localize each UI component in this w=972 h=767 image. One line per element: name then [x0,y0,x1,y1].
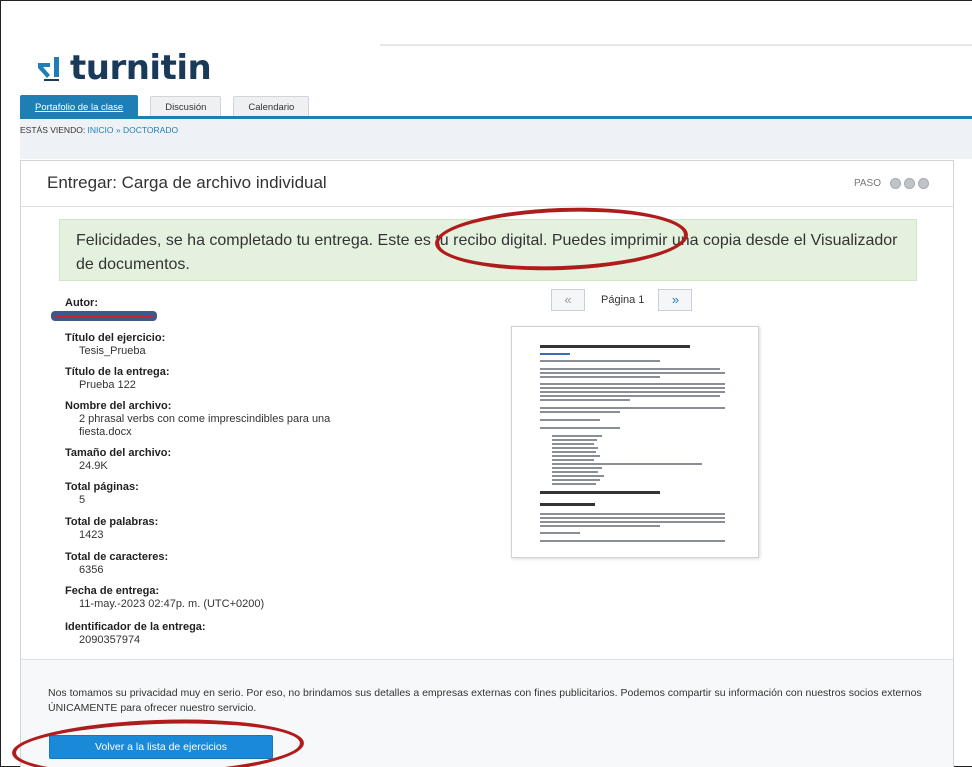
step-indicator: PASO [854,178,929,189]
step-dot-2 [904,178,915,189]
chars-field: Total de caracteres: 6356 [65,551,485,577]
doc-list-line [552,451,596,453]
submission-id-value: 2090357974 [79,634,141,646]
assignment-label: Título del ejercicio: [65,332,166,344]
doc-list-line [552,475,604,477]
doc-text-line [540,395,720,397]
doc-list-line [552,447,598,449]
page-navigator: « Página 1 » [551,289,693,311]
top-divider [380,44,972,46]
doc-subheading-line [540,491,660,494]
doc-text-line [540,525,660,527]
doc-text-line [540,427,620,429]
page-title: Entregar: Carga de archivo individual [47,173,327,192]
doc-text-line [540,387,725,389]
doc-list-line [552,463,702,465]
pages-label: Total páginas: [65,481,139,493]
date-value: 11-may.-2023 02:47p. m. (UTC+0200) [79,598,265,610]
doc-list-line [552,467,602,469]
tab-bar: Portafolio de la clase Discusión Calenda… [20,95,321,117]
filesize-value: 24.9K [79,460,108,472]
filesize-field: Tamaño del archivo: 24.9K [65,447,485,473]
redaction-mark [55,315,153,318]
document-preview[interactable] [511,326,759,558]
chars-value: 6356 [79,564,104,576]
doc-list-line [552,455,600,457]
doc-list-line [552,459,594,461]
doc-text-line [540,411,620,413]
submission-id-field: Identificador de la entrega: 2090357974 [65,621,485,647]
breadcrumb-separator: » [113,125,123,135]
filesize-label: Tamaño del archivo: [65,447,172,459]
doc-list-line [552,443,594,445]
words-field: Total de palabras: 1423 [65,516,485,542]
submission-title-value: Prueba 122 [79,379,136,391]
filename-value: 2 phrasal verbs con come imprescindibles… [79,413,331,438]
tab-portafolio[interactable]: Portafolio de la clase [20,95,139,117]
tab-calendario[interactable]: Calendario [233,96,310,117]
pages-field: Total páginas: 5 [65,481,485,507]
doc-text-line [540,368,720,370]
doc-text-line [540,391,725,393]
chars-label: Total de caracteres: [65,551,169,563]
step-dot-3 [918,178,929,189]
next-page-button[interactable]: » [658,289,693,311]
doc-list-line [552,435,602,437]
doc-list-line [552,471,598,473]
filename-label: Nombre del archivo: [65,400,172,412]
doc-subheading-line [540,503,595,506]
doc-text-line [540,517,725,519]
author-field: Autor: [65,297,485,310]
doc-list-line [552,439,597,441]
submission-details: Autor: Título del ejercicio: Tesis_Prueb… [65,297,485,655]
doc-text-line [540,419,600,421]
page-indicator: Página 1 [601,294,645,306]
words-label: Total de palabras: [65,516,159,528]
card-header: Entregar: Carga de archivo individual PA… [21,161,953,207]
turnitin-logo[interactable]: turnitin [36,48,212,88]
doc-text-line [540,532,580,534]
turnitin-logo-icon [36,53,64,83]
pages-value: 5 [79,494,86,506]
submission-id-label: Identificador de la entrega: [65,621,206,633]
words-value: 1423 [79,529,104,541]
logo-text: turnitin [70,48,212,88]
doc-text-line [540,521,725,523]
privacy-notice: Nos tomamos su privacidad muy en serio. … [48,687,922,714]
date-label: Fecha de entrega: [65,585,160,597]
assignment-field: Título del ejercicio: Tesis_Prueba [65,332,485,358]
doc-heading-line [540,345,690,348]
breadcrumb: ESTÁS VIENDO: INICIO » DOCTORADO [20,125,178,135]
doc-link-line [540,353,570,355]
step-label: PASO [853,178,881,189]
doc-list-line [552,483,596,485]
author-label: Autor: [65,297,98,309]
breadcrumb-prefix: ESTÁS VIENDO: [20,125,88,135]
doc-text-line [540,513,725,515]
doc-text-line [540,383,725,385]
doc-text-line [540,360,660,362]
tab-discusion[interactable]: Discusión [150,96,222,117]
assignment-value: Tesis_Prueba [79,345,146,357]
filename-field: Nombre del archivo: 2 phrasal verbs con … [65,400,485,439]
doc-text-line [540,399,630,401]
submission-title-label: Título de la entrega: [65,366,170,378]
breadcrumb-home[interactable]: INICIO [88,125,114,135]
doc-text-line [540,372,725,374]
doc-text-line [540,376,660,378]
submission-title-field: Título de la entrega: Prueba 122 [65,366,485,392]
date-field: Fecha de entrega: 11-may.-2023 02:47p. m… [65,585,485,611]
doc-text-line [540,407,725,409]
breadcrumb-current[interactable]: DOCTORADO [123,125,178,135]
prev-page-button[interactable]: « [551,289,585,311]
step-dot-1 [890,178,901,189]
doc-list-line [552,479,600,481]
doc-text-line [540,540,725,542]
